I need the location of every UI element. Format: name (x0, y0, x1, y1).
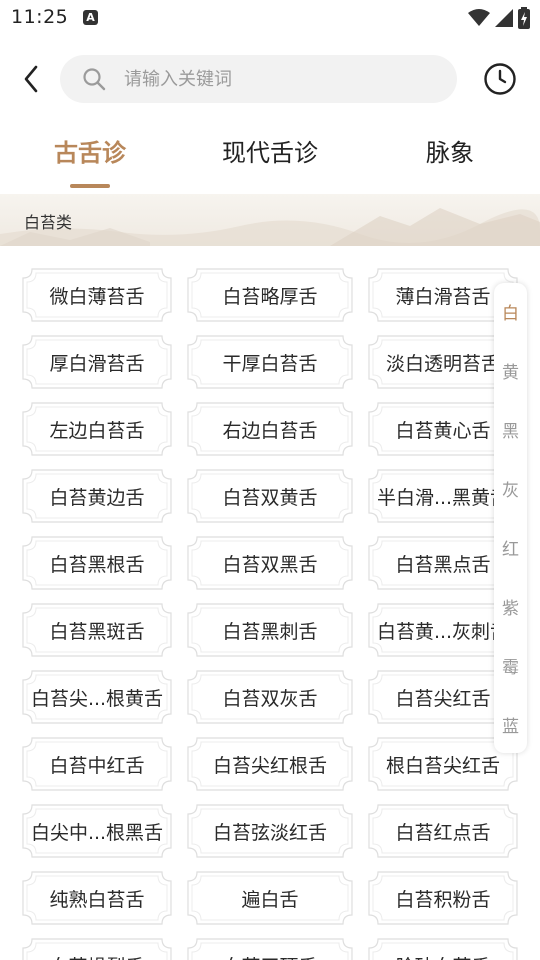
tongue-type-label: 白苔双黑舌 (222, 553, 318, 576)
tongue-type-label: 白苔双灰舌 (222, 687, 318, 710)
tongue-type-label: 白苔黄边舌 (49, 486, 145, 509)
tongue-type-item[interactable]: 遍白舌 (187, 871, 353, 925)
signal-icon (495, 9, 513, 27)
battery-icon (518, 7, 530, 29)
tongue-type-item[interactable]: 纯熟白苔舌 (22, 871, 172, 925)
tongue-type-label: 白苔红点舌 (395, 821, 491, 844)
tongue-type-label: 纯熟白苔舌 (49, 888, 145, 911)
tongue-type-label: 白苔黑根舌 (49, 553, 145, 576)
index-letter[interactable]: 灰 (494, 476, 527, 501)
tab-label: 现代舌诊 (222, 139, 318, 167)
tongue-type-label: 白苔干硬舌 (222, 952, 317, 960)
tongue-type-label: 白苔黑刺舌 (222, 620, 318, 643)
tongue-type-item[interactable]: 白苔双黄舌 (187, 469, 353, 523)
wifi-icon (468, 9, 490, 26)
tongue-type-item[interactable]: 白苔黄边舌 (22, 469, 172, 523)
search-icon (83, 68, 106, 91)
tongue-type-label: 白苔尖红根舌 (212, 754, 327, 777)
tongue-type-item[interactable]: 白苔略厚舌 (187, 268, 353, 322)
status-time: 11:25 (11, 6, 69, 28)
tongue-type-item[interactable]: 白苔红点舌 (368, 804, 518, 858)
tongue-type-item[interactable]: 白苔黑斑舌 (22, 603, 172, 657)
tongue-type-item[interactable]: 右边白苔舌 (187, 402, 353, 456)
section-title: 白苔类 (24, 213, 73, 232)
tongue-type-item[interactable]: 微白薄苔舌 (22, 268, 172, 322)
index-letter[interactable]: 黑 (494, 417, 527, 442)
tongue-type-item[interactable]: 白苔黑根舌 (22, 536, 172, 590)
tongue-type-label: 白苔中红舌 (49, 754, 145, 777)
tongue-type-label: 白苔黄心舌 (395, 419, 491, 442)
tongue-type-label: 半白滑...黑黄舌 (376, 486, 510, 509)
tab-pulse[interactable]: 脉象 (400, 136, 500, 188)
tongue-type-label: 根白苔尖红舌 (385, 754, 500, 777)
tongue-type-item[interactable]: 白苔积粉舌 (368, 871, 518, 925)
tongue-type-label: 白苔双黄舌 (222, 486, 318, 509)
tongue-type-item[interactable]: 白苔干硬舌 (187, 938, 353, 960)
index-letter[interactable]: 黄 (494, 358, 527, 383)
tongue-type-label: 白苔积粉舌 (395, 888, 491, 911)
tongue-type-label: 白苔燥裂舌 (49, 952, 144, 960)
tongue-type-item[interactable]: 白尖中...根黑舌 (22, 804, 172, 858)
tongue-type-label: 白苔弦淡红舌 (212, 821, 327, 844)
tongue-type-label: 白苔黑点舌 (395, 553, 491, 576)
mountain-decoration (0, 208, 540, 246)
tab-active-indicator (70, 184, 110, 188)
tongue-type-label: 白苔黄...灰刺舌 (376, 620, 510, 643)
index-letter[interactable]: 蓝 (494, 712, 527, 737)
notification-icon: A (83, 10, 98, 25)
tongue-type-item[interactable]: 白苔弦淡红舌 (187, 804, 353, 858)
index-letter[interactable]: 紫 (494, 594, 527, 619)
tongue-type-label: 淡白透明苔舌 (385, 352, 500, 375)
index-bar[interactable]: 白黄黑灰红紫霉蓝 (494, 283, 527, 753)
tab-modern-tongue[interactable]: 现代舌诊 (205, 136, 335, 188)
search-bar[interactable] (60, 55, 457, 103)
tongue-type-label: 白苔尖红舌 (395, 687, 491, 710)
search-input[interactable] (124, 55, 444, 103)
chevron-left-icon (24, 65, 38, 93)
tongue-type-item[interactable]: 脸砂白苔舌 (368, 938, 518, 960)
index-letter[interactable]: 霉 (494, 653, 527, 678)
tab-ancient-tongue[interactable]: 古舌诊 (40, 136, 140, 188)
tab-label: 古舌诊 (54, 139, 126, 167)
tongue-type-grid: 微白薄苔舌 白苔略厚舌 薄白滑苔舌厚白滑苔舌 干厚白苔舌 淡白透明苔舌左边白苔舌 右边白苔… (0, 268, 540, 960)
status-bar: 11:25 A (0, 0, 540, 36)
tongue-type-label: 薄白滑苔舌 (395, 285, 491, 308)
tongue-type-item[interactable]: 白苔黑刺舌 (187, 603, 353, 657)
index-letter[interactable]: 红 (494, 535, 527, 560)
tongue-type-label: 遍白舌 (241, 888, 299, 911)
tongue-type-label: 白苔略厚舌 (222, 285, 318, 308)
tongue-type-label: 白苔尖...根黄舌 (30, 687, 164, 710)
tongue-type-label: 厚白滑苔舌 (49, 352, 145, 375)
system-icons (468, 7, 530, 29)
tongue-type-label: 右边白苔舌 (222, 419, 318, 442)
category-tabs: 古舌诊 现代舌诊 脉象 (0, 128, 540, 194)
tongue-type-item[interactable]: 白苔中红舌 (22, 737, 172, 791)
tongue-type-label: 白苔黑斑舌 (49, 620, 145, 643)
tongue-type-item[interactable]: 白苔尖红根舌 (187, 737, 353, 791)
tongue-type-item[interactable]: 白苔尖...根黄舌 (22, 670, 172, 724)
tongue-type-item[interactable]: 左边白苔舌 (22, 402, 172, 456)
clock-icon (484, 63, 516, 95)
index-letter[interactable]: 白 (494, 299, 527, 324)
tongue-type-item[interactable]: 白苔燥裂舌 (22, 938, 172, 960)
tongue-type-item[interactable]: 干厚白苔舌 (187, 335, 353, 389)
tongue-type-label: 干厚白苔舌 (222, 352, 318, 375)
tongue-type-item[interactable]: 白苔双灰舌 (187, 670, 353, 724)
tongue-type-label: 脸砂白苔舌 (395, 952, 490, 960)
tongue-type-item[interactable]: 厚白滑苔舌 (22, 335, 172, 389)
back-button[interactable] (14, 62, 48, 96)
tab-label: 脉象 (426, 139, 474, 167)
tongue-type-label: 白尖中...根黑舌 (30, 821, 164, 844)
section-header: 白苔类 (0, 194, 540, 246)
tongue-type-label: 左边白苔舌 (49, 419, 145, 442)
history-button[interactable] (483, 62, 517, 96)
tongue-type-item[interactable]: 白苔双黑舌 (187, 536, 353, 590)
tongue-type-label: 微白薄苔舌 (49, 285, 145, 308)
